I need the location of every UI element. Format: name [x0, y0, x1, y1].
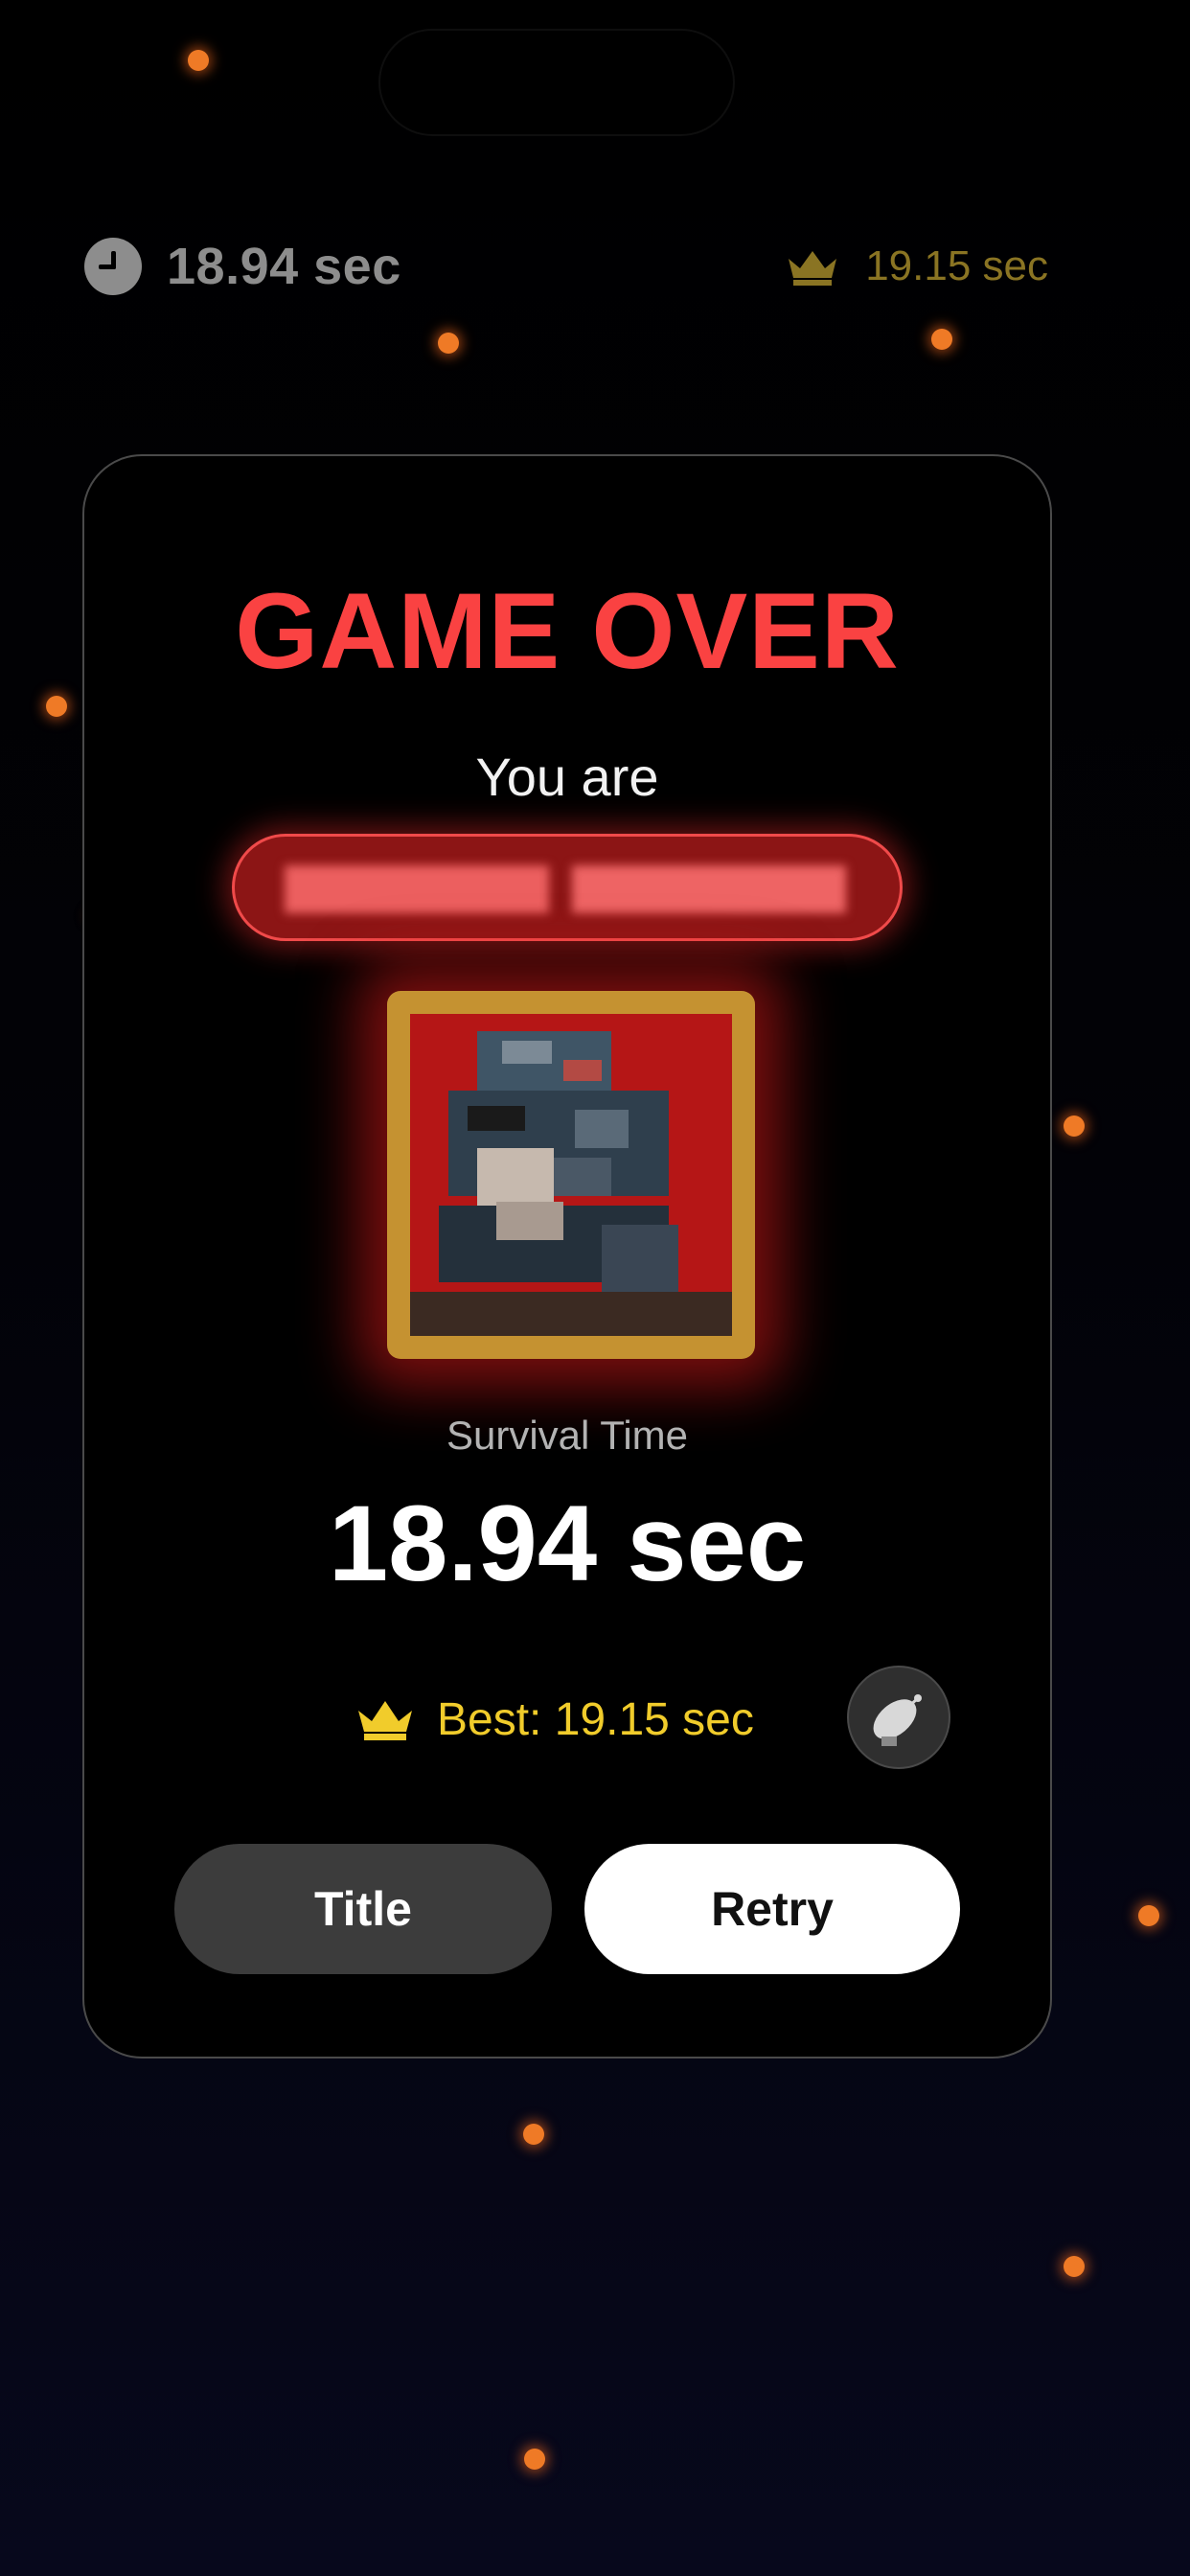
survival-time-value: 18.94 sec — [328, 1484, 807, 1603]
title-button[interactable]: Title — [174, 1844, 552, 1974]
ember-particle — [523, 2124, 544, 2145]
ember-particle — [438, 333, 459, 354]
hud-best-time: 19.15 sec — [785, 236, 1048, 297]
game-over-modal: GAME OVER You are Survival Time 18.94 se… — [82, 454, 1052, 2058]
redacted-text — [572, 865, 846, 913]
ember-particle — [931, 329, 952, 350]
ember-particle — [1138, 1905, 1159, 1926]
ember-particle — [46, 696, 67, 717]
satellite-dish-icon — [849, 1668, 949, 1767]
ember-particle — [1064, 1116, 1085, 1137]
ember-particle — [1064, 2256, 1085, 2277]
ember-particle — [524, 2449, 545, 2470]
crown-icon — [355, 1697, 416, 1741]
player-rank-badge — [232, 834, 903, 941]
you-are-label: You are — [475, 747, 659, 807]
ember-particle — [188, 50, 209, 71]
crown-icon — [785, 247, 840, 286]
hud-best-value: 19.15 sec — [865, 242, 1048, 289]
redacted-text — [285, 865, 549, 913]
game-over-title: GAME OVER — [235, 571, 900, 691]
best-time-label: Best: 19.15 sec — [437, 1693, 754, 1745]
survival-time-label: Survival Time — [446, 1413, 689, 1458]
hud-current-time: 18.94 sec — [84, 234, 401, 299]
dynamic-island — [378, 29, 735, 136]
best-time-row: Best: 19.15 sec — [355, 1689, 754, 1750]
retry-button[interactable]: Retry — [584, 1844, 960, 1974]
hud-time-value: 18.94 sec — [167, 238, 401, 295]
share-button[interactable] — [847, 1666, 950, 1769]
clock-icon — [84, 238, 142, 295]
character-portrait — [387, 991, 755, 1359]
